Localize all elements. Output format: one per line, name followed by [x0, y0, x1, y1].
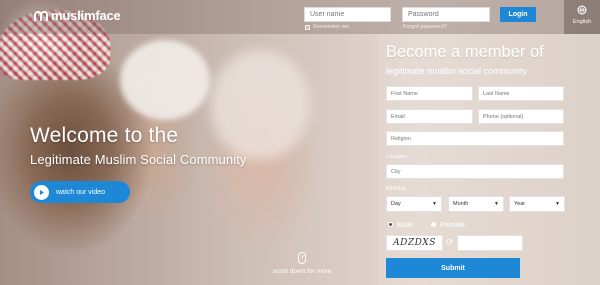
language-label: English: [572, 19, 592, 25]
play-icon: [34, 184, 49, 200]
day-select[interactable]: Day ▼: [386, 196, 442, 212]
captcha-image: ADZDXS: [386, 235, 443, 251]
year-select-value: Year: [514, 201, 526, 207]
day-select-value: Day: [391, 201, 401, 207]
remember-me[interactable]: Remember me: [305, 24, 349, 30]
forgot-password-link[interactable]: Forgot password?: [403, 24, 447, 30]
city-input[interactable]: [386, 164, 564, 179]
mouse-icon: [298, 252, 306, 264]
chevron-down-icon: ▼: [555, 201, 560, 207]
religion-input[interactable]: [386, 131, 564, 146]
year-select[interactable]: Year ▼: [509, 196, 565, 212]
scroll-down-label: scroll down for more: [272, 268, 332, 275]
gender-female-radio[interactable]: Female: [431, 220, 465, 229]
logo-text: muslimface: [51, 8, 121, 23]
logo[interactable]: muslimface: [34, 8, 121, 23]
remember-me-label: Remember me: [313, 24, 350, 30]
gender-male-radio[interactable]: Male: [388, 220, 413, 229]
signup-title: Become a member of: [386, 43, 544, 61]
language-selector[interactable]: English: [564, 0, 600, 34]
gender-female-label: Female: [440, 220, 466, 229]
remember-me-checkbox[interactable]: [305, 24, 310, 30]
hero-photo-background-person: [120, 40, 210, 120]
scroll-down-hint[interactable]: scroll down for more: [262, 252, 342, 275]
chevron-down-icon: ▼: [432, 201, 437, 207]
first-name-input[interactable]: [386, 86, 473, 101]
logo-icon: [34, 10, 48, 22]
radio-dot[interactable]: [431, 222, 436, 227]
phone-input[interactable]: [478, 109, 564, 124]
month-select-value: Month: [453, 201, 469, 207]
login-button[interactable]: Login: [500, 7, 536, 22]
gender-male-label: Male: [397, 220, 414, 229]
hero-photo-background-person-blurred: [210, 50, 310, 160]
globe-icon: [564, 5, 600, 17]
email-input[interactable]: [386, 109, 473, 124]
watch-video-label: watch our video: [56, 188, 106, 196]
radio-dot[interactable]: [388, 222, 393, 227]
last-name-input[interactable]: [478, 86, 564, 101]
location-label: Location: [386, 154, 407, 160]
chevron-down-icon: ▼: [494, 201, 499, 207]
signup-subtitle: legitimate muslim social community: [386, 66, 528, 76]
hero-title: Welcome to the: [30, 124, 179, 147]
birthday-label: Birthday: [386, 186, 407, 192]
username-input[interactable]: [304, 7, 391, 22]
month-select[interactable]: Month ▼: [448, 196, 504, 212]
password-input[interactable]: [402, 7, 490, 22]
watch-video-button[interactable]: watch our video: [30, 181, 130, 203]
captcha-input[interactable]: [457, 235, 523, 251]
hero-subtitle: Legitimate Muslim Social Community: [30, 152, 247, 167]
refresh-captcha-icon[interactable]: ⟳: [446, 237, 455, 247]
submit-button[interactable]: Submit: [386, 258, 520, 278]
